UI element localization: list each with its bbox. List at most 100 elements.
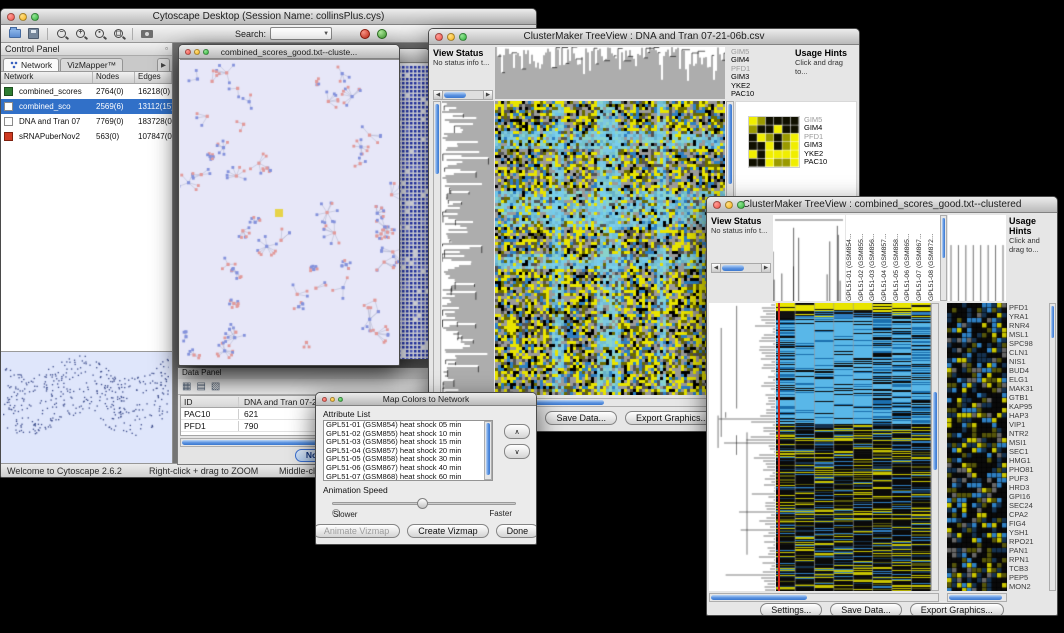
zoom-hscrollbar[interactable] [947, 593, 1007, 602]
scroll-left-icon[interactable]: ◀ [712, 264, 721, 272]
heatmap-hscrollbar[interactable] [709, 593, 939, 602]
gene-label[interactable]: FIG4 [1009, 519, 1049, 528]
gene-label[interactable]: PAC10 [804, 158, 854, 166]
gene-label[interactable]: BUD4 [1009, 366, 1049, 375]
zoom-out-icon[interactable]: − [53, 26, 70, 41]
tab-network[interactable]: Network [3, 58, 59, 71]
close-icon[interactable] [713, 201, 721, 209]
minimize-icon[interactable] [447, 33, 455, 41]
snapshot-icon[interactable] [138, 26, 155, 41]
attribute-list-vscrollbar[interactable] [484, 421, 492, 480]
treeview-action-button[interactable]: Settings... [760, 603, 822, 616]
zoom-heatmap-canvas[interactable] [748, 116, 800, 168]
gene-label[interactable]: MON2 [1009, 582, 1049, 591]
gene-label[interactable]: HAP3 [1009, 411, 1049, 420]
column-dendrogram-canvas[interactable] [495, 47, 725, 99]
attribute-create-icon[interactable]: ▤ [196, 382, 205, 392]
minimize-icon[interactable] [725, 201, 733, 209]
gene-label[interactable]: GTB1 [1009, 393, 1049, 402]
status-hscrollbar[interactable]: ◀ ▶ [433, 90, 493, 100]
heatmap-vscrollbar[interactable] [931, 303, 939, 591]
maximize-icon[interactable] [338, 397, 343, 402]
row-dendrogram-canvas[interactable] [709, 303, 775, 591]
move-up-button[interactable]: ∧ [504, 424, 530, 439]
minimize-icon[interactable] [194, 49, 200, 55]
gene-labels-vscrollbar[interactable] [1049, 303, 1056, 591]
gene-label[interactable]: NTR2 [1009, 429, 1049, 438]
zoom-in-icon[interactable]: + [72, 26, 89, 41]
scrollbar-thumb[interactable] [728, 104, 732, 184]
save-icon[interactable] [25, 26, 42, 41]
gene-label[interactable]: PFD1 [1009, 303, 1049, 312]
network-window-title-bar[interactable]: combined_scores_good.txt--cluste... [179, 45, 399, 59]
gene-label[interactable]: HRD3 [1009, 483, 1049, 492]
gene-label[interactable]: SEC1 [1009, 447, 1049, 456]
maximize-icon[interactable] [31, 13, 39, 21]
network-list-item[interactable]: combined_scores 2764(0) 16218(0) [1, 84, 172, 99]
row-dendrogram-canvas[interactable] [442, 101, 494, 395]
close-icon[interactable] [435, 33, 443, 41]
gene-label[interactable]: VIP1 [1009, 420, 1049, 429]
done-button[interactable]: Done [496, 524, 537, 538]
array-label[interactable]: GPL51-02 (GSM855... [858, 215, 870, 301]
scrollbar-thumb[interactable] [711, 595, 807, 600]
gene-label[interactable]: PAN1 [1009, 546, 1049, 555]
network-list-item[interactable]: DNA and Tran 07 7769(0) 183728(0) [1, 114, 172, 129]
maximize-icon[interactable] [459, 33, 467, 41]
attribute-list-item[interactable]: GPL51-07 (GSM868) heat shock 60 min [324, 473, 492, 481]
network-canvas[interactable] [180, 59, 400, 366]
status-hscrollbar[interactable]: ◀ ▶ [711, 263, 771, 273]
gene-label[interactable]: MAK31 [1009, 384, 1049, 393]
network-overview-canvas[interactable] [3, 353, 169, 463]
scrollbar-thumb[interactable] [444, 92, 466, 98]
heatmap-canvas[interactable] [495, 101, 725, 395]
column-header-edges[interactable]: Edges [135, 72, 172, 83]
array-label[interactable]: GPL51-03 (GSM856... [869, 215, 881, 301]
gene-label[interactable]: CPA2 [1009, 510, 1049, 519]
dropdown-arrow-icon[interactable]: ▼ [323, 31, 329, 37]
column-header-nodes[interactable]: Nodes [93, 72, 135, 83]
gene-label[interactable]: GPI16 [1009, 492, 1049, 501]
dendrogram-vscrollbar[interactable] [433, 101, 441, 395]
scrollbar-thumb[interactable] [942, 218, 945, 258]
gene-label[interactable]: SEC24 [1009, 501, 1049, 510]
search-input[interactable]: ▼ [270, 27, 332, 40]
gene-label[interactable]: CLN1 [1009, 348, 1049, 357]
gene-label[interactable]: SPC98 [1009, 339, 1049, 348]
scrollbar-thumb[interactable] [722, 265, 744, 271]
attribute-list[interactable]: GPL51-01 (GSM854) heat shock 05 minGPL51… [323, 420, 493, 481]
minimize-icon[interactable] [19, 13, 27, 21]
dialog-title-bar[interactable]: Map Colors to Network [316, 393, 536, 406]
close-icon[interactable] [7, 13, 15, 21]
treeview-action-button[interactable]: Save Data... [545, 411, 617, 425]
gene-label[interactable]: YSH1 [1009, 528, 1049, 537]
scroll-right-icon[interactable]: ▶ [761, 264, 770, 272]
global-heatmap-canvas[interactable] [776, 303, 931, 591]
gene-label[interactable]: TCB3 [1009, 564, 1049, 573]
gene-label[interactable]: RNR4 [1009, 321, 1049, 330]
move-down-button[interactable]: ∨ [504, 444, 530, 459]
labels-vscrollbar[interactable] [940, 215, 947, 301]
gene-label[interactable]: RPN1 [1009, 555, 1049, 564]
memory-status-icon[interactable] [377, 29, 387, 39]
tab-vizmapper[interactable]: VizMapper™ [60, 58, 123, 71]
scrollbar-thumb[interactable] [435, 104, 439, 174]
gene-label[interactable]: RPO21 [1009, 537, 1049, 546]
gene-label[interactable]: PUF3 [1009, 474, 1049, 483]
close-icon[interactable] [185, 49, 191, 55]
create-vizmap-button[interactable]: Create Vizmap [407, 524, 488, 538]
zoom-selected-icon[interactable]: ▪ [91, 26, 108, 41]
gene-label[interactable]: MSI1 [1009, 438, 1049, 447]
treeview2-title-bar[interactable]: ClusterMaker TreeView : combined_scores_… [707, 197, 1057, 213]
scrollbar-thumb[interactable] [933, 392, 937, 470]
attribute-select-icon[interactable]: ▦ [182, 382, 191, 392]
treeview-action-button[interactable]: Export Graphics... [625, 411, 719, 425]
scrollbar-thumb[interactable] [486, 423, 490, 475]
animation-speed-slider[interactable] [332, 502, 516, 505]
zoom-column-labels-canvas[interactable] [948, 215, 1006, 301]
array-label[interactable]: GPL51-01 (GSM854... [846, 215, 858, 301]
array-label[interactable]: GPL51-07 (GSM867... [916, 215, 928, 301]
column-header-network[interactable]: Network [1, 72, 93, 83]
gene-label[interactable]: YRA1 [1009, 312, 1049, 321]
gene-label[interactable]: PAC10 [731, 90, 769, 98]
